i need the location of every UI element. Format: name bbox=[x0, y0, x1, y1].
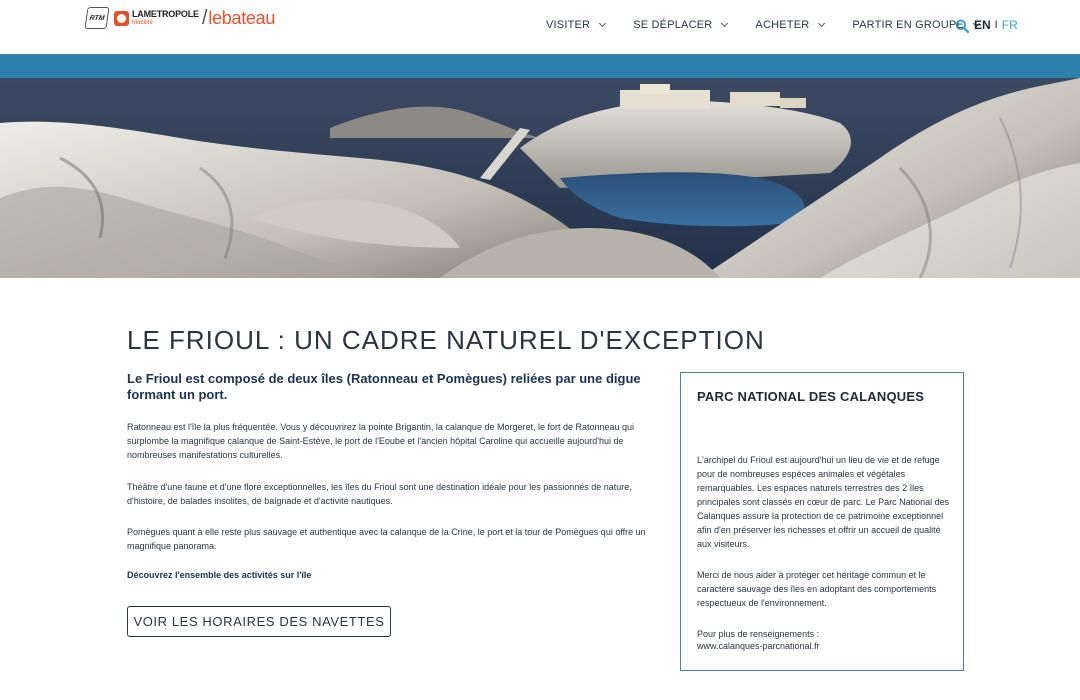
national-park-box: PARC NATIONAL DES CALANQUES L'archipel d… bbox=[680, 372, 964, 671]
nav-item-label: PARTIR EN GROUPE bbox=[852, 19, 964, 31]
park-paragraph-info: Pour plus de renseignements : bbox=[697, 629, 820, 639]
hero-image bbox=[0, 78, 1080, 278]
frioul-landscape-image bbox=[0, 78, 1080, 278]
mobilite-logo-text: Mobilité bbox=[132, 20, 153, 26]
lang-fr-link[interactable]: FR bbox=[1002, 18, 1018, 32]
nav-item-label: SE DÉPLACER bbox=[633, 19, 713, 31]
lebateau-logo-text: lebateau bbox=[208, 7, 276, 28]
park-paragraph-archipel: L'archipel du Frioul est aujourd'hui un … bbox=[697, 455, 950, 549]
page-title: LE FRIOUL : UN CADRE NATUREL D'EXCEPTION bbox=[127, 325, 765, 355]
nav-item-acheter[interactable]: ACHETER bbox=[755, 19, 826, 31]
park-paragraph-protection: Merci de nous aider à protéger cet hérit… bbox=[697, 570, 937, 608]
header-accent-band bbox=[0, 54, 1080, 78]
lang-en-link[interactable]: EN bbox=[974, 18, 991, 32]
discover-activities-link[interactable]: Découvrez l'ensemble des activités sur l… bbox=[127, 570, 311, 580]
metropole-logo-text: LAMETROPOLE bbox=[132, 9, 199, 19]
paragraph-ratonneau: Ratonneau est l'île la plus fréquentée. … bbox=[127, 422, 635, 460]
site-logo[interactable]: RTM LAMETROPOLE Mobilité / lebateau bbox=[84, 6, 276, 30]
park-website-link[interactable]: www.calanques-parcnational.fr bbox=[697, 641, 820, 651]
nav-item-visiter[interactable]: VISITER bbox=[546, 19, 607, 31]
paragraph-pomegues: Pomègues quant à elle reste plus sauvage… bbox=[127, 527, 646, 551]
search-icon[interactable] bbox=[955, 19, 969, 33]
nav-item-label: ACHETER bbox=[755, 19, 810, 31]
language-switcher: EN I FR bbox=[974, 18, 1018, 32]
intro-text: Le Frioul est composé de deux îles (Rato… bbox=[127, 371, 641, 402]
shuttle-schedule-button[interactable]: VOIR LES HORAIRES DES NAVETTES bbox=[127, 606, 391, 637]
nav-item-label: VISITER bbox=[546, 19, 591, 31]
logo-slash: / bbox=[201, 6, 208, 29]
rtm-logo: RTM bbox=[84, 7, 110, 29]
nav-item-se-deplacer[interactable]: SE DÉPLACER bbox=[633, 19, 729, 31]
paragraph-faune-flore: Théâtre d'une faune et d'une flore excep… bbox=[127, 482, 632, 506]
chevron-down-icon bbox=[721, 19, 729, 28]
chevron-down-icon bbox=[599, 19, 607, 28]
chevron-down-icon bbox=[818, 19, 826, 28]
main-nav: VISITER SE DÉPLACER ACHETER PARTIR EN GR… bbox=[546, 19, 981, 31]
lang-separator: I bbox=[994, 19, 998, 31]
site-header: RTM LAMETROPOLE Mobilité / lebateau VISI… bbox=[0, 0, 1080, 54]
park-box-title: PARC NATIONAL DES CALANQUES bbox=[697, 389, 925, 404]
metropole-logo-mark bbox=[114, 10, 129, 26]
